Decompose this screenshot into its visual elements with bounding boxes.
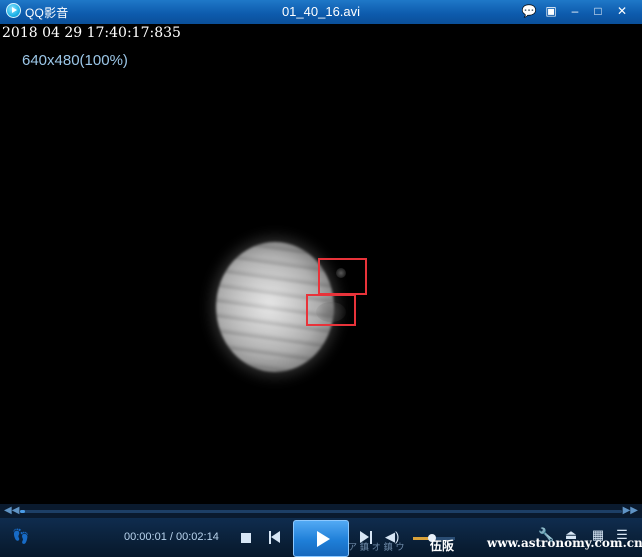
eject-icon[interactable]: ⏏ bbox=[563, 527, 579, 543]
maximize-button[interactable]: □ bbox=[589, 3, 607, 20]
total-time: 00:02:14 bbox=[176, 531, 219, 543]
seek-forward-icon[interactable]: ▶▶ bbox=[623, 505, 638, 516]
mini-mode-icon[interactable]: ▣ bbox=[542, 3, 560, 20]
progress-row: ◀◀ ▶▶ bbox=[0, 504, 642, 518]
video-timestamp-overlay: 2018 04 29 17:40:17:835 bbox=[2, 25, 181, 41]
overlay-text: 伍阪 bbox=[430, 539, 455, 553]
highlight-box bbox=[318, 258, 367, 295]
qq-player-window: QQ影音 01_40_16.avi 💬 ▣ – □ ✕ 2018 04 29 1… bbox=[0, 0, 642, 557]
previous-button[interactable] bbox=[268, 531, 282, 544]
title-bar[interactable]: QQ影音 01_40_16.avi 💬 ▣ – □ ✕ bbox=[0, 0, 642, 24]
footprint-icon[interactable]: 👣 bbox=[12, 528, 29, 545]
previous-icon bbox=[271, 531, 280, 543]
resolution-osd: 640x480(100%) bbox=[22, 52, 128, 69]
stop-button[interactable] bbox=[241, 533, 251, 543]
skin-icon[interactable]: ▦ bbox=[590, 527, 606, 543]
play-button[interactable] bbox=[293, 520, 349, 557]
playlist-icon[interactable]: ☰ bbox=[614, 527, 630, 543]
highlight-box bbox=[306, 294, 356, 326]
time-display: 00:00:01 / 00:02:14 bbox=[124, 531, 219, 543]
video-frame[interactable]: 2018 04 29 17:40:17:835 640x480(100%) bbox=[0, 24, 642, 504]
play-icon bbox=[317, 531, 330, 547]
progress-bar[interactable] bbox=[20, 510, 622, 513]
overlay-text: ア 鎮 オ 鎮 ウ bbox=[348, 543, 405, 553]
time-separator: / bbox=[166, 531, 176, 543]
control-bar: 👣 00:00:01 / 00:02:14 ◀) ア 鎮 オ 鎮 ウ 伍阪 ww… bbox=[0, 518, 642, 557]
close-button[interactable]: ✕ bbox=[613, 3, 631, 20]
current-time: 00:00:01 bbox=[124, 531, 167, 543]
wrench-icon[interactable]: 🔧 bbox=[538, 527, 554, 543]
seek-back-icon[interactable]: ◀◀ bbox=[4, 505, 19, 516]
minimize-button[interactable]: – bbox=[566, 3, 584, 20]
progress-fill bbox=[20, 510, 25, 513]
chat-bubble-icon[interactable]: 💬 bbox=[520, 3, 538, 20]
